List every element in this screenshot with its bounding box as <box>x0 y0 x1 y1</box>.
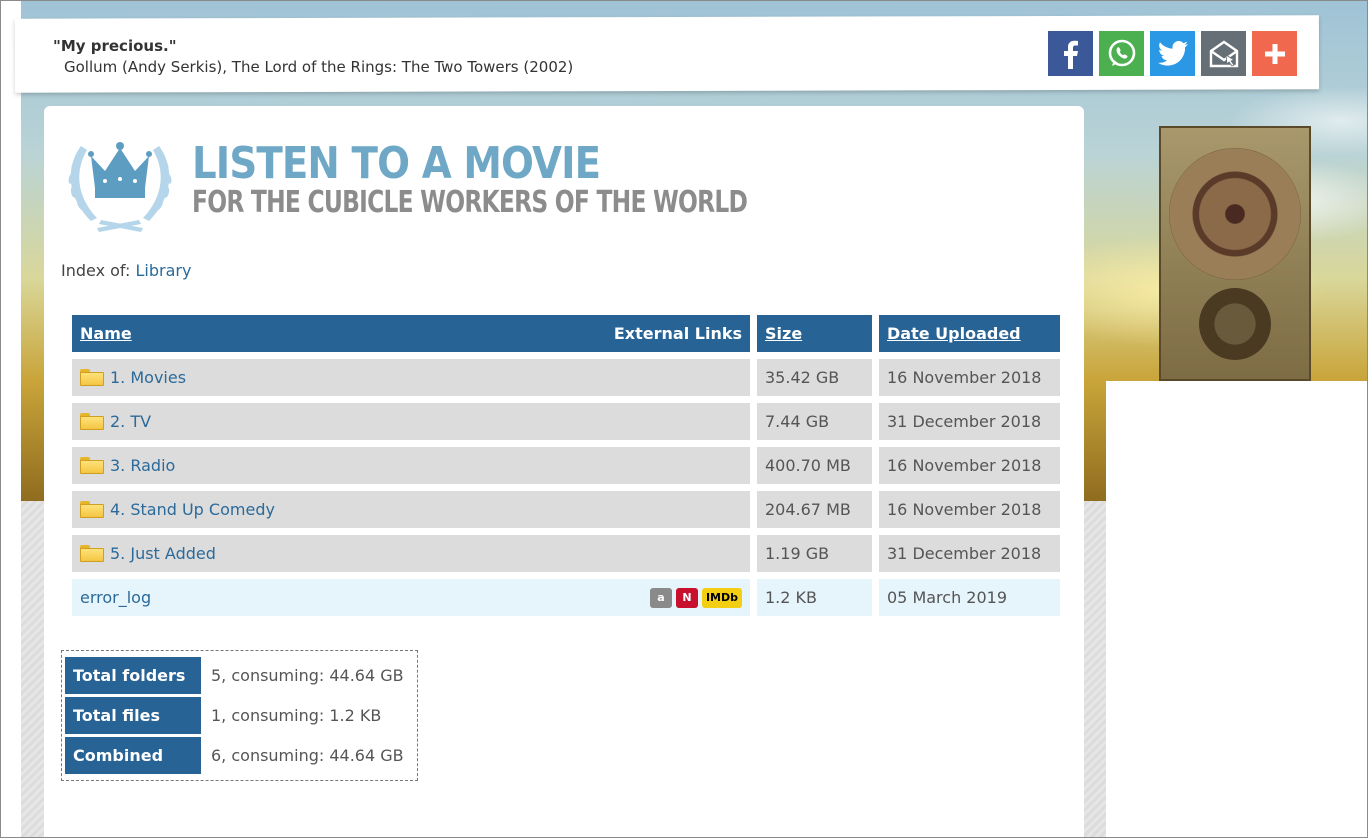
folder-icon <box>80 413 104 430</box>
quote: "My precious." Gollum (Andy Serkis), The… <box>53 36 573 78</box>
share-bar <box>1048 31 1297 76</box>
sort-by-size-link[interactable]: Size <box>765 324 802 343</box>
plus-icon <box>1264 43 1285 64</box>
folder-name-cell[interactable]: 2. TV <box>72 403 750 440</box>
summary-label: Total folders <box>65 657 201 694</box>
size-cell: 400.70 MB <box>757 447 872 484</box>
folder-link[interactable]: 1. Movies <box>110 368 186 387</box>
size-cell: 204.67 MB <box>757 491 872 528</box>
summary-table: Total folders 5, consuming: 44.64 GB Tot… <box>65 654 414 777</box>
summary-box: Total folders 5, consuming: 44.64 GB Tot… <box>61 650 418 781</box>
folder-icon <box>80 545 104 562</box>
folder-icon <box>80 457 104 474</box>
speaker-tweeter <box>1199 288 1271 360</box>
netflix-icon[interactable]: N <box>676 587 698 608</box>
email-share-button[interactable] <box>1201 31 1246 76</box>
summary-row: Total folders 5, consuming: 44.64 GB <box>65 657 414 694</box>
summary-label: Total files <box>65 697 201 734</box>
amazon-icon[interactable]: a <box>650 587 672 608</box>
whatsapp-icon <box>1108 39 1135 66</box>
table-row[interactable]: 4. Stand Up Comedy 204.67 MB 16 November… <box>72 491 1060 528</box>
folder-name-cell[interactable]: 4. Stand Up Comedy <box>72 491 750 528</box>
date-cell: 31 December 2018 <box>879 403 1060 440</box>
size-cell: 1.2 KB <box>757 579 872 616</box>
folder-link[interactable]: 2. TV <box>110 412 151 431</box>
quote-line: "My precious." <box>53 37 177 55</box>
imdb-icon[interactable]: IMDb <box>702 587 742 608</box>
summary-row: Total files 1, consuming: 1.2 KB <box>65 697 414 734</box>
site-title: LISTEN TO A MOVIE <box>192 138 601 189</box>
date-cell: 16 November 2018 <box>879 491 1060 528</box>
site-subtitle: FOR THE CUBICLE WORKERS OF THE WORLD <box>192 185 748 220</box>
crown-emblem-icon <box>68 142 172 232</box>
folder-icon <box>80 501 104 518</box>
table-row[interactable]: error_log a N IMDb 1.2 KB 05 March 2019 <box>72 579 1060 616</box>
folder-link[interactable]: 5. Just Added <box>110 544 216 563</box>
page-frame: "My precious." Gollum (Andy Serkis), The… <box>0 0 1368 838</box>
more-share-button[interactable] <box>1252 31 1297 76</box>
whatsapp-share-button[interactable] <box>1099 31 1144 76</box>
file-link[interactable]: error_log <box>80 588 151 607</box>
table-header: Name External Links Size Date Uploaded <box>72 315 1060 352</box>
facebook-icon <box>1063 40 1078 69</box>
summary-value: 6, consuming: 44.64 GB <box>211 746 404 765</box>
file-name-cell[interactable]: error_log a N IMDb <box>72 579 750 616</box>
quote-attribution: Gollum (Andy Serkis), The Lord of the Ri… <box>64 58 574 76</box>
table-row[interactable]: 5. Just Added 1.19 GB 31 December 2018 <box>72 535 1060 572</box>
folder-link[interactable]: 4. Stand Up Comedy <box>110 500 275 519</box>
summary-value: 5, consuming: 44.64 GB <box>211 666 404 685</box>
file-listing-table: Name External Links Size Date Uploaded 1… <box>65 308 1067 623</box>
sort-by-name-link[interactable]: Name <box>80 324 132 343</box>
summary-label: Combined <box>65 737 201 774</box>
date-cell: 31 December 2018 <box>879 535 1060 572</box>
folder-link[interactable]: 3. Radio <box>110 456 175 475</box>
size-cell: 35.42 GB <box>757 359 872 396</box>
folder-name-cell[interactable]: 1. Movies <box>72 359 750 396</box>
speaker-woofer <box>1169 148 1301 280</box>
table-row[interactable]: 2. TV 7.44 GB 31 December 2018 <box>72 403 1060 440</box>
summary-row: Combined 6, consuming: 44.64 GB <box>65 737 414 774</box>
size-cell: 1.19 GB <box>757 535 872 572</box>
date-cell: 16 November 2018 <box>879 447 1060 484</box>
right-panel <box>1106 381 1367 837</box>
twitter-icon <box>1157 40 1188 66</box>
speaker-image <box>1159 126 1311 381</box>
size-cell: 7.44 GB <box>757 403 872 440</box>
table-row[interactable]: 3. Radio 400.70 MB 16 November 2018 <box>72 447 1060 484</box>
email-icon <box>1209 40 1238 67</box>
date-cell: 05 March 2019 <box>879 579 1060 616</box>
index-label: Index of: <box>61 261 131 280</box>
folder-name-cell[interactable]: 3. Radio <box>72 447 750 484</box>
size-column-header[interactable]: Size <box>757 315 872 352</box>
name-column-header[interactable]: Name External Links <box>72 315 750 352</box>
date-column-header[interactable]: Date Uploaded <box>879 315 1060 352</box>
external-links: a N IMDb <box>650 587 742 608</box>
folder-icon <box>80 369 104 386</box>
table-row[interactable]: 1. Movies 35.42 GB 16 November 2018 <box>72 359 1060 396</box>
breadcrumb-library-link[interactable]: Library <box>135 261 191 280</box>
folder-name-cell[interactable]: 5. Just Added <box>72 535 750 572</box>
index-breadcrumb: Index of: Library <box>61 261 191 280</box>
sort-by-date-link[interactable]: Date Uploaded <box>887 324 1021 343</box>
facebook-share-button[interactable] <box>1048 31 1093 76</box>
summary-value: 1, consuming: 1.2 KB <box>211 706 382 725</box>
date-cell: 16 November 2018 <box>879 359 1060 396</box>
twitter-share-button[interactable] <box>1150 31 1195 76</box>
external-links-header: External Links <box>613 324 742 343</box>
